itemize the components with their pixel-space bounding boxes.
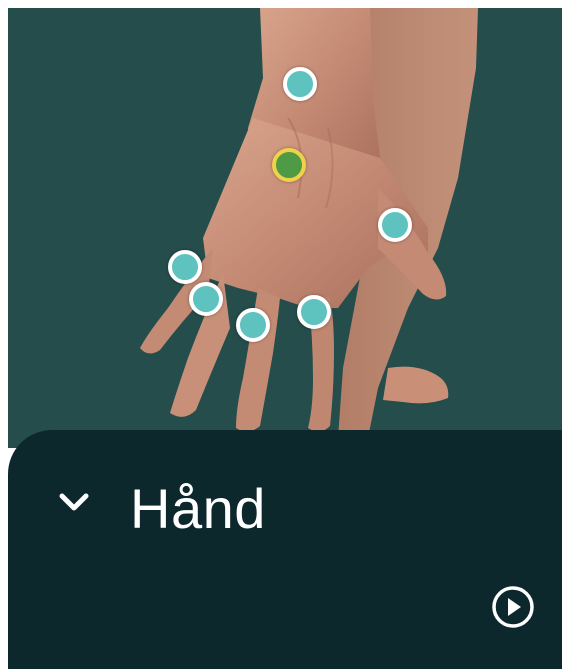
hotspot-middle-finger[interactable] [236,308,270,342]
hotspot-ring-finger[interactable] [189,282,223,316]
panel-title: Hånd [130,477,266,540]
hotspot-hand-back-active[interactable] [272,148,306,182]
app-frame: Hånd [8,8,562,669]
hotspot-wrist[interactable] [283,67,317,101]
info-panel [8,430,562,669]
hotspot-little-finger[interactable] [168,250,202,284]
chevron-down-icon[interactable] [54,482,94,522]
play-circle-icon[interactable] [490,584,536,630]
3d-model-viewport[interactable] [8,8,562,448]
hotspot-thumb[interactable] [378,208,412,242]
hotspot-index-finger[interactable] [297,295,331,329]
